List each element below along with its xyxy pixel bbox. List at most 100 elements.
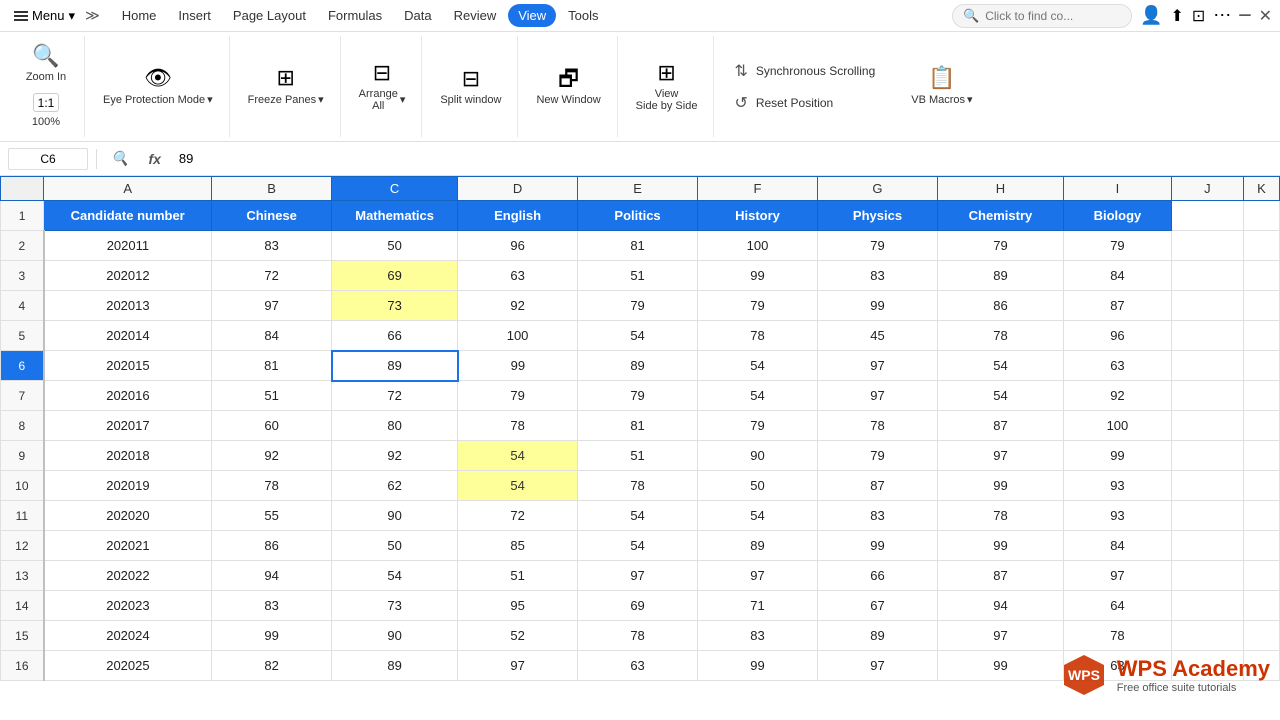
cell-2-2[interactable]: 83 [212,231,332,261]
cell-12-1[interactable]: 202021 [44,531,212,561]
cell-7-9[interactable]: 92 [1063,381,1171,411]
zoom-percent-button[interactable]: 1:1 100% [16,89,76,132]
cell-4-4[interactable]: 92 [458,291,578,321]
row-num-11[interactable]: 11 [1,501,44,531]
cell-2-6[interactable]: 100 [698,231,818,261]
tab-formulas[interactable]: Formulas [318,4,392,27]
row-num-3[interactable]: 3 [1,261,44,291]
cell-12-3[interactable]: 50 [332,531,458,561]
zoom-formula-icon[interactable]: 🔍 [105,150,134,167]
cell-12-4[interactable]: 85 [458,531,578,561]
cell-2-7[interactable]: 79 [818,231,938,261]
user-icon[interactable]: 👤 [1140,5,1162,26]
cell-13-3[interactable]: 54 [332,561,458,591]
cell-9-8[interactable]: 97 [937,441,1063,471]
cell-6-2[interactable]: 81 [212,351,332,381]
expand-icon2[interactable]: ⊡ [1192,6,1205,26]
cell-9-5[interactable]: 51 [578,441,698,471]
cell-13-5[interactable]: 97 [578,561,698,591]
tab-insert[interactable]: Insert [168,4,221,27]
cell-11-8[interactable]: 78 [937,501,1063,531]
cell-7-3[interactable]: 72 [332,381,458,411]
col-header-F[interactable]: F [698,177,818,201]
cell-9-7[interactable]: 79 [818,441,938,471]
cell-16-7[interactable]: 97 [818,651,938,681]
cell-2-4[interactable]: 96 [458,231,578,261]
reset-position-row[interactable]: ↺ Reset Position [728,91,881,115]
cell-11-6[interactable]: 54 [698,501,818,531]
close-icon[interactable]: ✕ [1259,6,1272,26]
col-header-J[interactable]: J [1171,177,1243,201]
cell-13-2[interactable]: 94 [212,561,332,591]
header-physics[interactable]: Physics [818,201,938,231]
search-input[interactable] [985,9,1115,23]
cell-3-7[interactable]: 83 [818,261,938,291]
row-num-8[interactable]: 8 [1,411,44,441]
cell-16-2[interactable]: 82 [212,651,332,681]
cell-16-4[interactable]: 97 [458,651,578,681]
header-history[interactable]: History [698,201,818,231]
cell-5-8[interactable]: 78 [937,321,1063,351]
cell-2-1[interactable]: 202011 [44,231,212,261]
cell-16-3[interactable]: 89 [332,651,458,681]
zoom-in-button[interactable]: 🔍 Zoom In [16,41,76,87]
col-header-I[interactable]: I [1063,177,1171,201]
cell-5-5[interactable]: 54 [578,321,698,351]
cell-12-6[interactable]: 89 [698,531,818,561]
sync-scroll-row[interactable]: ⇅ Synchronous Scrolling [728,59,881,83]
cell-9-4[interactable]: 54 [458,441,578,471]
row-num-6[interactable]: 6 [1,351,44,381]
cell-5-3[interactable]: 66 [332,321,458,351]
cell-13-4[interactable]: 51 [458,561,578,591]
cell-15-4[interactable]: 52 [458,621,578,651]
cell-2-8[interactable]: 79 [937,231,1063,261]
cell-8-2[interactable]: 60 [212,411,332,441]
row-num-2[interactable]: 2 [1,231,44,261]
cell-5-2[interactable]: 84 [212,321,332,351]
cell-6-8[interactable]: 54 [937,351,1063,381]
cell-15-9[interactable]: 78 [1063,621,1171,651]
cell-8-4[interactable]: 78 [458,411,578,441]
cell-13-6[interactable]: 97 [698,561,818,591]
split-window-button[interactable]: ⊟ Split window [432,64,509,110]
cell-5-1[interactable]: 202014 [44,321,212,351]
cell-12-8[interactable]: 99 [937,531,1063,561]
cell-11-1[interactable]: 202020 [44,501,212,531]
row-num-15[interactable]: 15 [1,621,44,651]
cell-15-5[interactable]: 78 [578,621,698,651]
col-header-E[interactable]: E [578,177,698,201]
cell-10-1[interactable]: 202019 [44,471,212,501]
cell-6-4[interactable]: 99 [458,351,578,381]
cell-14-3[interactable]: 73 [332,591,458,621]
cell-8-1[interactable]: 202017 [44,411,212,441]
cell-15-6[interactable]: 83 [698,621,818,651]
cell-13-1[interactable]: 202022 [44,561,212,591]
cell-5-7[interactable]: 45 [818,321,938,351]
cell-7-8[interactable]: 54 [937,381,1063,411]
search-box[interactable]: 🔍 [952,4,1132,28]
cell-12-9[interactable]: 84 [1063,531,1171,561]
header-candidate[interactable]: Candidate number [44,201,212,231]
cell-9-9[interactable]: 99 [1063,441,1171,471]
menu-button[interactable]: Menu ▾ [8,6,81,26]
row-num-1[interactable]: 1 [1,201,44,231]
cell-8-7[interactable]: 78 [818,411,938,441]
new-window-button[interactable]: 🗗 New Window [528,64,608,110]
col-header-G[interactable]: G [818,177,938,201]
row-num-13[interactable]: 13 [1,561,44,591]
vb-macros-button[interactable]: 📋 VB Macros ▾ [903,63,980,110]
tab-review[interactable]: Review [444,4,507,27]
cell-14-8[interactable]: 94 [937,591,1063,621]
header-mathematics[interactable]: Mathematics [332,201,458,231]
cell-11-9[interactable]: 93 [1063,501,1171,531]
header-chemistry[interactable]: Chemistry [937,201,1063,231]
cell-15-3[interactable]: 90 [332,621,458,651]
cell-14-6[interactable]: 71 [698,591,818,621]
tab-home[interactable]: Home [112,4,167,27]
cell-10-4[interactable]: 54 [458,471,578,501]
row-num-4[interactable]: 4 [1,291,44,321]
cell-3-6[interactable]: 99 [698,261,818,291]
cell-10-3[interactable]: 62 [332,471,458,501]
row-num-9[interactable]: 9 [1,441,44,471]
cell-3-1[interactable]: 202012 [44,261,212,291]
